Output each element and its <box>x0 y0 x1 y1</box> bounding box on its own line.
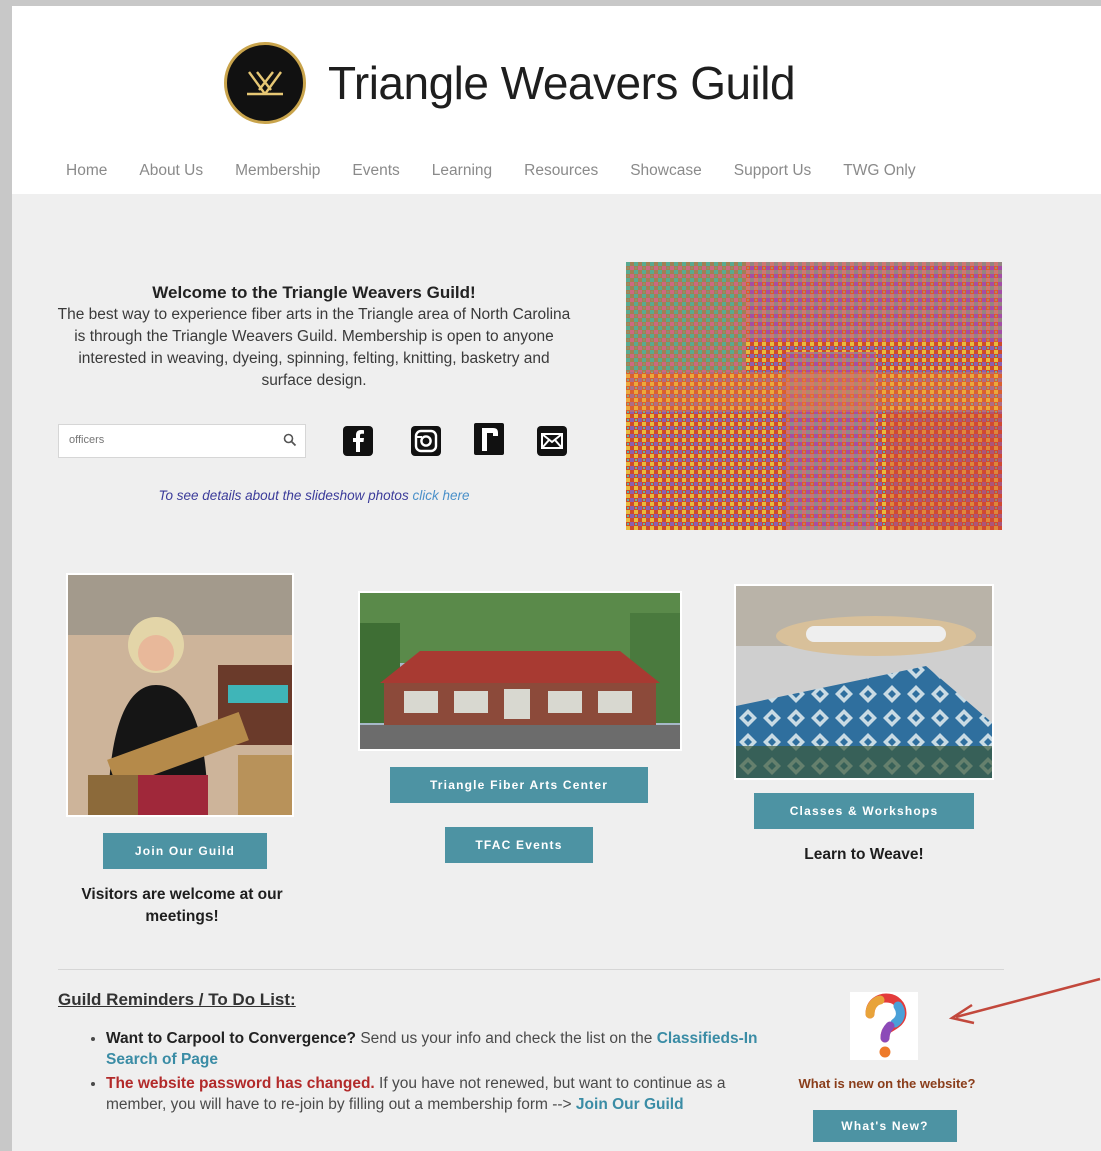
woven-triangle-logo-icon <box>224 42 306 124</box>
nav-events[interactable]: Events <box>352 162 399 180</box>
section-divider <box>58 969 1004 970</box>
main-nav: Home About Us Membership Events Learning… <box>66 162 948 180</box>
reminders-title: Guild Reminders / To Do List: <box>58 990 296 1009</box>
triangle-fiber-arts-center-button[interactable]: Triangle Fiber Arts Center <box>390 767 648 803</box>
whats-new-button[interactable]: What's New? <box>813 1110 957 1142</box>
welcome-block: Welcome to the Triangle Weavers Guild! T… <box>56 282 572 392</box>
whats-new-caption: What is new on the website? <box>798 1076 976 1091</box>
carpool-heading: Want to Carpool to Convergence? <box>106 1030 357 1047</box>
welcome-heading: Welcome to the Triangle Weavers Guild! <box>152 283 476 302</box>
visitors-welcome-caption: Visitors are welcome at our meetings! <box>81 886 283 925</box>
ravelry-icon[interactable] <box>473 422 505 455</box>
loom-shuttle-photo <box>734 584 994 780</box>
facebook-icon[interactable] <box>342 425 374 457</box>
site-logo-link[interactable]: Triangle Weavers Guild <box>224 40 796 126</box>
nav-support-us[interactable]: Support Us <box>734 162 812 180</box>
carpool-text: Send us your info and check the list on … <box>356 1030 657 1047</box>
slideshow-note-text: To see details about the slideshow photo… <box>158 488 413 503</box>
password-changed-heading: The website password has changed. <box>106 1075 375 1092</box>
annotation-arrow-icon <box>948 977 1101 1025</box>
nav-about-us[interactable]: About Us <box>139 162 203 180</box>
search-input[interactable] <box>67 433 271 447</box>
classes-workshops-button[interactable]: Classes & Workshops <box>754 793 974 829</box>
email-icon[interactable] <box>536 425 568 457</box>
search-box <box>58 424 306 458</box>
search-icon[interactable] <box>283 433 297 452</box>
slideshow-image[interactable] <box>626 262 1002 530</box>
member-weaving-photo <box>66 573 294 817</box>
instagram-icon[interactable] <box>410 425 442 457</box>
nav-resources[interactable]: Resources <box>524 162 598 180</box>
nav-learning[interactable]: Learning <box>432 162 492 180</box>
welcome-body: The best way to experience fiber arts in… <box>57 306 571 389</box>
header: Triangle Weavers Guild Home About Us Mem… <box>12 6 1101 194</box>
join-our-guild-link[interactable]: Join Our Guild <box>576 1096 684 1113</box>
nav-twg-only[interactable]: TWG Only <box>843 162 915 180</box>
nav-showcase[interactable]: Showcase <box>630 162 702 180</box>
slideshow-note: To see details about the slideshow photo… <box>56 488 572 503</box>
site-title: Triangle Weavers Guild <box>328 57 796 109</box>
page: Triangle Weavers Guild Home About Us Mem… <box>12 6 1101 1151</box>
fiber-arts-center-photo <box>358 591 682 751</box>
reminders-list: Want to Carpool to Convergence? Send us … <box>88 1028 766 1118</box>
question-mark-icon[interactable] <box>850 992 918 1060</box>
nav-home[interactable]: Home <box>66 162 107 180</box>
nav-membership[interactable]: Membership <box>235 162 320 180</box>
join-our-guild-button[interactable]: Join Our Guild <box>103 833 267 869</box>
tfac-events-button[interactable]: TFAC Events <box>445 827 593 863</box>
slideshow-details-link[interactable]: click here <box>412 488 469 503</box>
list-item: The website password has changed. If you… <box>106 1073 766 1115</box>
list-item: Want to Carpool to Convergence? Send us … <box>106 1028 766 1070</box>
learn-to-weave-caption: Learn to Weave! <box>804 846 924 863</box>
